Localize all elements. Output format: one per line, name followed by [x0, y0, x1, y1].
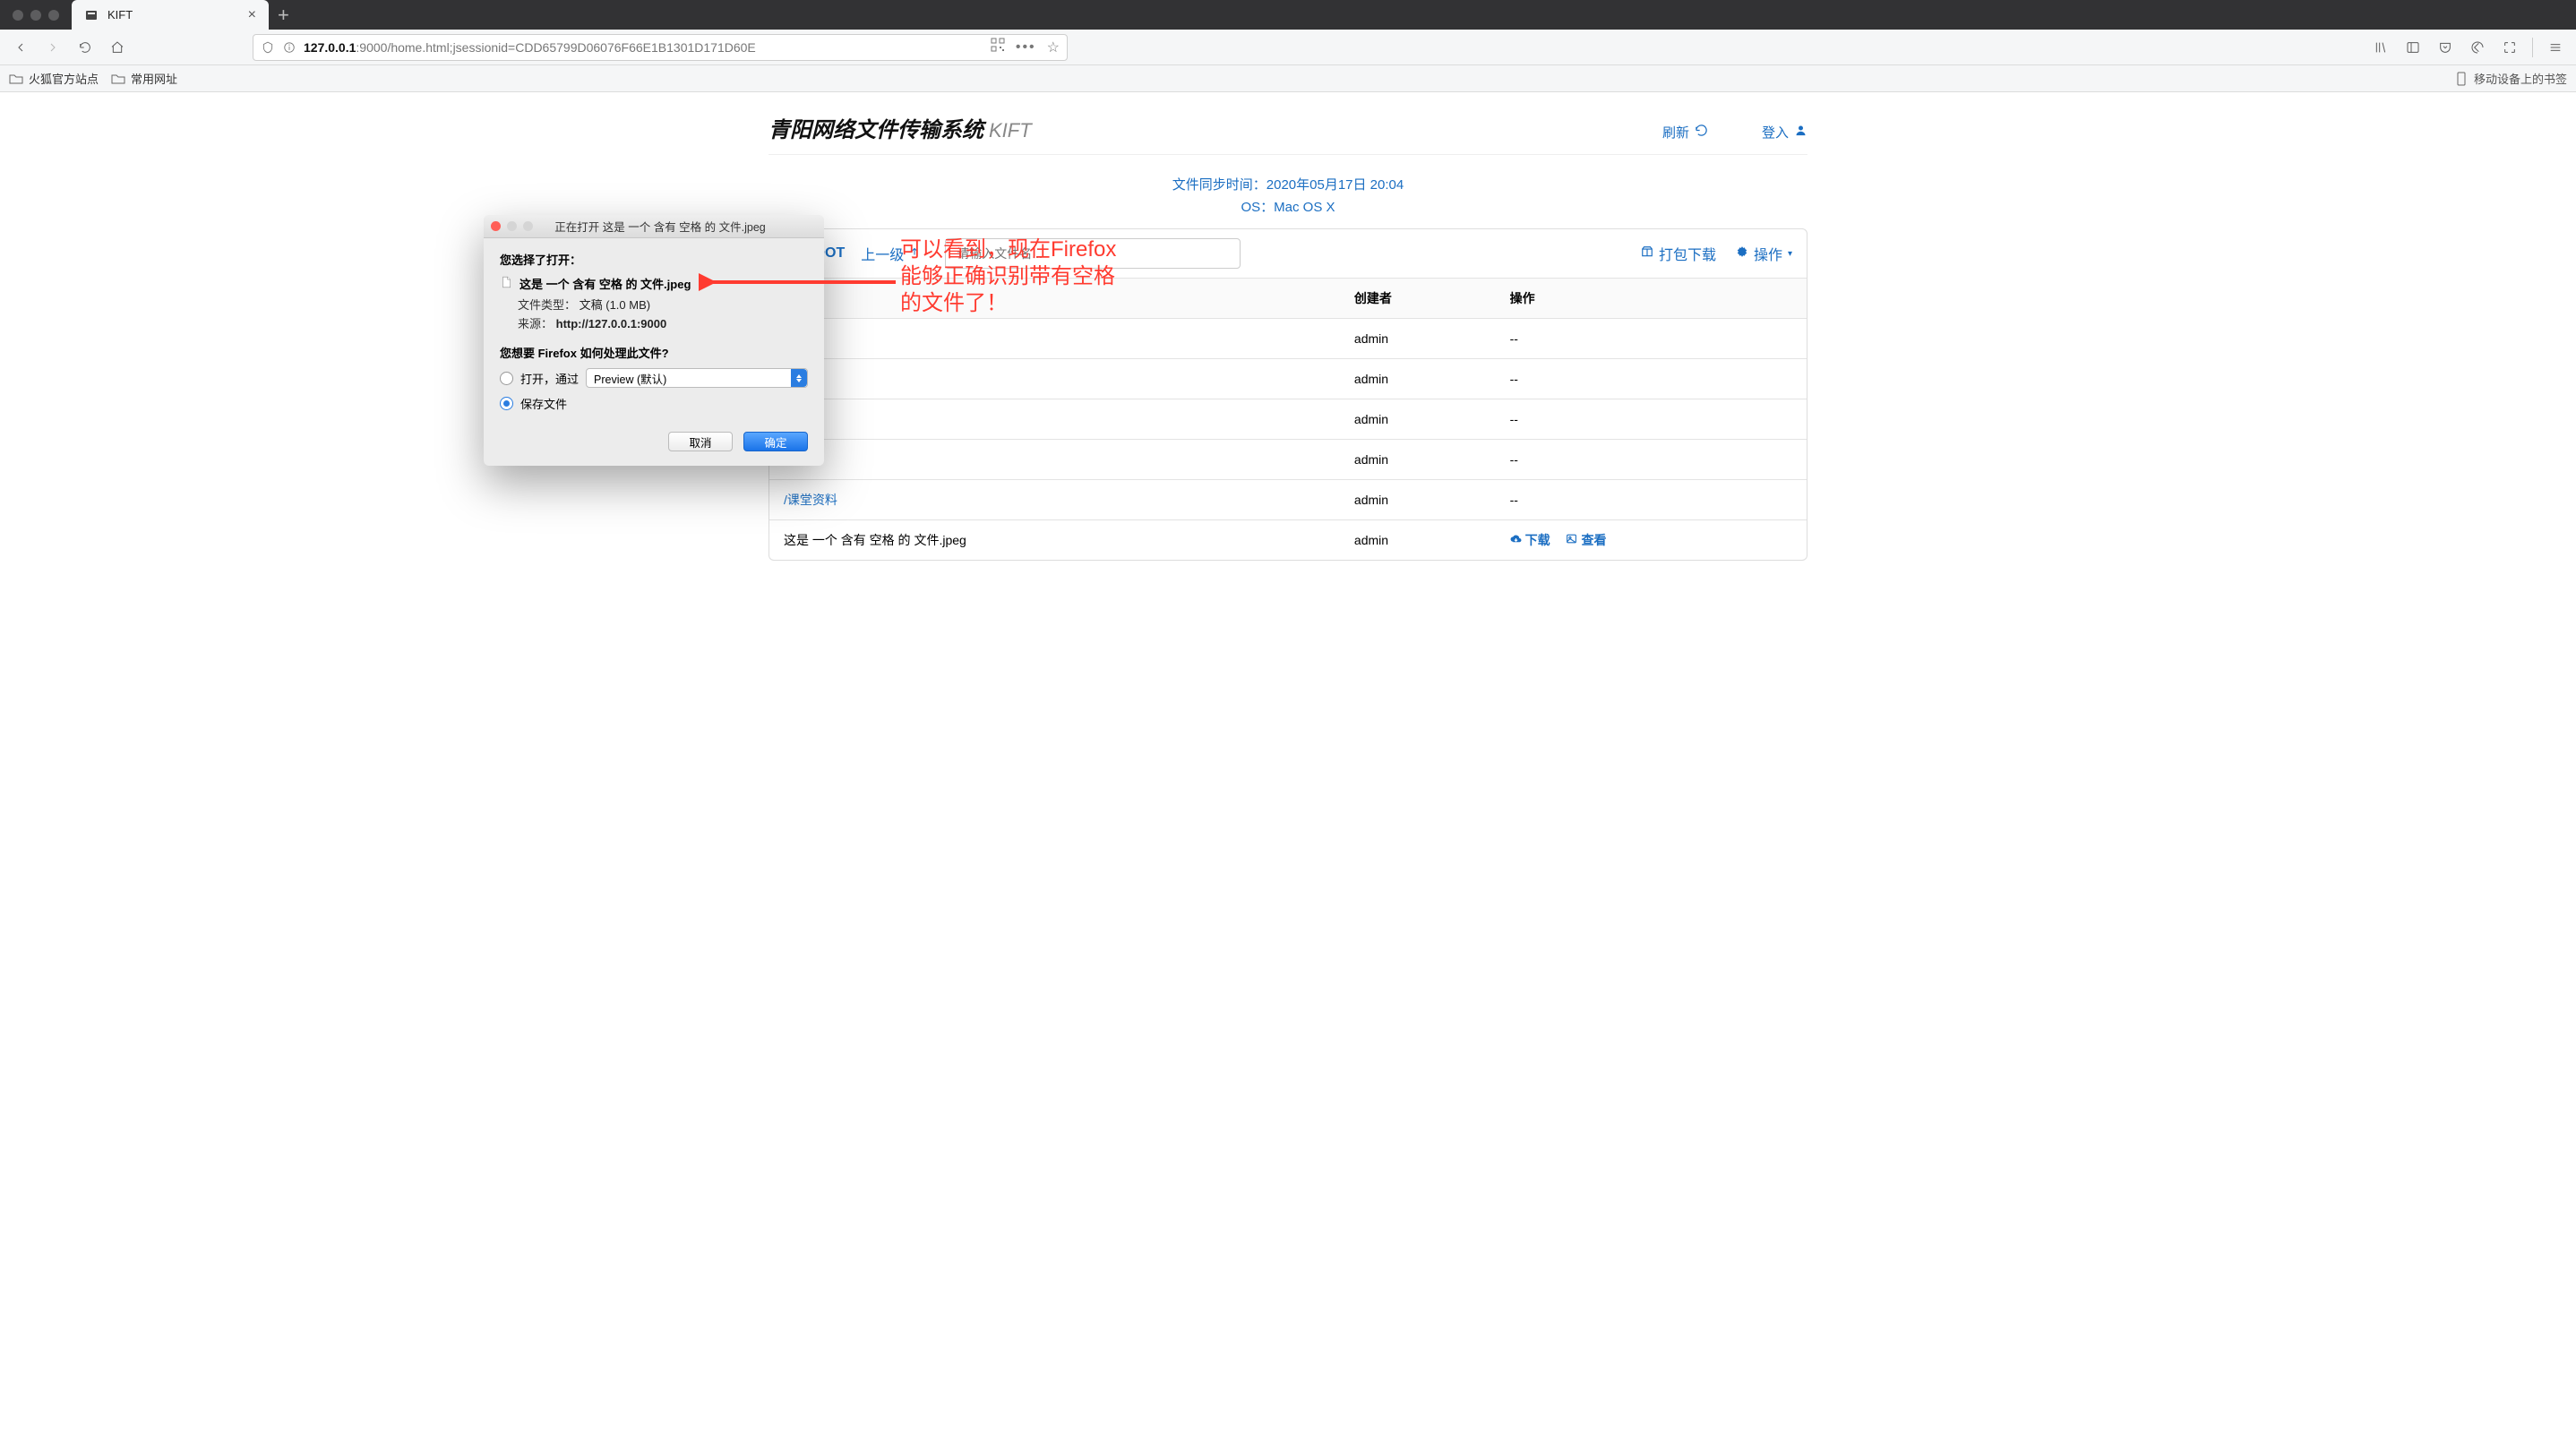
page-header: 青阳网络文件传输系统 KIFT 刷新 登入: [769, 92, 1807, 155]
dialog-titlebar[interactable]: 正在打开 这是 一个 含有 空格 的 文件.jpeg: [484, 215, 824, 238]
up-level-link[interactable]: 上一级: [861, 243, 920, 264]
window-close-icon[interactable]: [13, 10, 23, 21]
file-panel: ROOT 上一级 打包下载 操作 ▾: [769, 228, 1807, 561]
qr-icon[interactable]: [991, 38, 1005, 56]
search-input[interactable]: [945, 238, 1241, 269]
bookmarks-bar: 火狐官方站点 常用网址 移动设备上的书签: [0, 65, 2576, 92]
mobile-bookmarks[interactable]: 移动设备上的书签: [2454, 70, 2567, 87]
nav-back-button[interactable]: [7, 34, 34, 61]
menu-icon[interactable]: [2542, 34, 2569, 61]
bookmark-item[interactable]: 常用网址: [111, 70, 177, 87]
folder-icon: [9, 72, 23, 86]
radio-icon[interactable]: [500, 397, 513, 410]
shield-icon: [261, 40, 275, 55]
brand-subtitle: KIFT: [989, 119, 1032, 142]
favicon-icon: [84, 8, 99, 22]
table-row[interactable]: /音乐admin--: [769, 440, 1807, 480]
view-link[interactable]: 查看: [1566, 531, 1606, 549]
user-icon: [1794, 124, 1807, 141]
file-icon: [500, 275, 512, 292]
url-text: 127.0.0.1:9000/home.html;jsessionid=CDD6…: [304, 40, 756, 55]
browser-toolbar: 127.0.0.1:9000/home.html;jsessionid=CDD6…: [0, 30, 2576, 65]
col-name: 文件名: [769, 279, 1340, 319]
up-arrow-icon: [909, 245, 920, 262]
folder-icon: [111, 72, 125, 86]
address-bar[interactable]: 127.0.0.1:9000/home.html;jsessionid=CDD6…: [253, 34, 1068, 61]
folder-link[interactable]: /课堂资料: [784, 493, 837, 507]
window-min-icon[interactable]: [30, 10, 41, 21]
radio-open-with[interactable]: 打开，通过 Preview (默认): [500, 368, 808, 388]
history-back-icon[interactable]: [2464, 34, 2491, 61]
bookmark-item[interactable]: 火狐官方站点: [9, 70, 99, 87]
info-icon[interactable]: [282, 40, 296, 55]
status-info: 文件同步时间：2020年05月17日 20:04 OS：Mac OS X: [769, 155, 1807, 228]
bookmark-star-icon[interactable]: ☆: [1047, 39, 1060, 56]
download-dialog: 正在打开 这是 一个 含有 空格 的 文件.jpeg 您选择了打开： 这是 一个…: [484, 215, 824, 466]
ok-button[interactable]: 确定: [743, 432, 808, 451]
table-row[interactable]: /图片admin--: [769, 359, 1807, 399]
col-creator: 创建者: [1340, 279, 1496, 319]
window-max-icon[interactable]: [48, 10, 59, 21]
chevron-down-icon: ▾: [1788, 249, 1792, 259]
table-row[interactable]: /文档admin--: [769, 399, 1807, 440]
tab-title: KIFT: [107, 8, 133, 21]
file-name: 这是 一个 含有 空格 的 文件.jpeg: [769, 520, 1340, 561]
browser-tab[interactable]: KIFT ×: [72, 0, 269, 30]
dialog-min-icon: [507, 221, 517, 231]
radio-save-file[interactable]: 保存文件: [500, 395, 808, 412]
nav-reload-button[interactable]: [72, 34, 99, 61]
library-icon[interactable]: [2367, 34, 2394, 61]
dialog-max-icon: [523, 221, 533, 231]
dialog-filename: 这是 一个 含有 空格 的 文件.jpeg: [500, 275, 808, 292]
gear-icon: [1736, 245, 1748, 262]
select-value: Preview (默认): [594, 370, 666, 387]
refresh-icon: [1695, 124, 1708, 141]
new-tab-button[interactable]: +: [269, 4, 298, 27]
nav-home-button[interactable]: [104, 34, 131, 61]
dialog-close-icon[interactable]: [491, 221, 501, 231]
screenshot-icon[interactable]: [2496, 34, 2523, 61]
app-select[interactable]: Preview (默认): [586, 368, 808, 388]
tab-close-icon[interactable]: ×: [248, 7, 256, 23]
mobile-icon: [2454, 72, 2469, 86]
dialog-source: 来源： http://127.0.0.1:9000: [518, 314, 808, 331]
divider: [2532, 38, 2533, 57]
file-table: 文件名 创建者 操作 /视频admin-- /图片admin-- /文档admi…: [769, 278, 1807, 560]
refresh-link[interactable]: 刷新: [1662, 123, 1708, 142]
ops-dropdown[interactable]: 操作 ▾: [1736, 243, 1792, 264]
window-controls: [0, 10, 72, 21]
cloud-download-icon: [1510, 533, 1522, 547]
dialog-question: 您想要 Firefox 如何处理此文件?: [500, 344, 808, 361]
radio-icon[interactable]: [500, 372, 513, 385]
dialog-chose-label: 您选择了打开：: [500, 251, 808, 268]
package-icon: [1641, 245, 1653, 262]
pocket-icon[interactable]: [2432, 34, 2459, 61]
table-row[interactable]: /视频admin--: [769, 319, 1807, 359]
select-arrow-icon: [791, 369, 807, 387]
browser-tab-bar: KIFT × +: [0, 0, 2576, 30]
nav-forward-button[interactable]: [39, 34, 66, 61]
cancel-button[interactable]: 取消: [668, 432, 733, 451]
meatballs-icon[interactable]: •••: [1016, 39, 1036, 56]
table-row[interactable]: /课堂资料admin--: [769, 480, 1807, 520]
dialog-filetype: 文件类型： 文稿 (1.0 MB): [518, 296, 808, 313]
brand-title: 青阳网络文件传输系统: [769, 112, 983, 143]
col-ops: 操作: [1496, 279, 1807, 319]
dialog-title: 正在打开 这是 一个 含有 空格 的 文件.jpeg: [539, 218, 817, 235]
pack-download-link[interactable]: 打包下载: [1641, 243, 1716, 264]
login-link[interactable]: 登入: [1762, 123, 1807, 142]
sidebar-toggle-icon[interactable]: [2400, 34, 2426, 61]
image-icon: [1566, 533, 1577, 547]
download-link[interactable]: 下载: [1510, 531, 1550, 549]
table-row[interactable]: 这是 一个 含有 空格 的 文件.jpeg admin 下载 查看: [769, 520, 1807, 561]
